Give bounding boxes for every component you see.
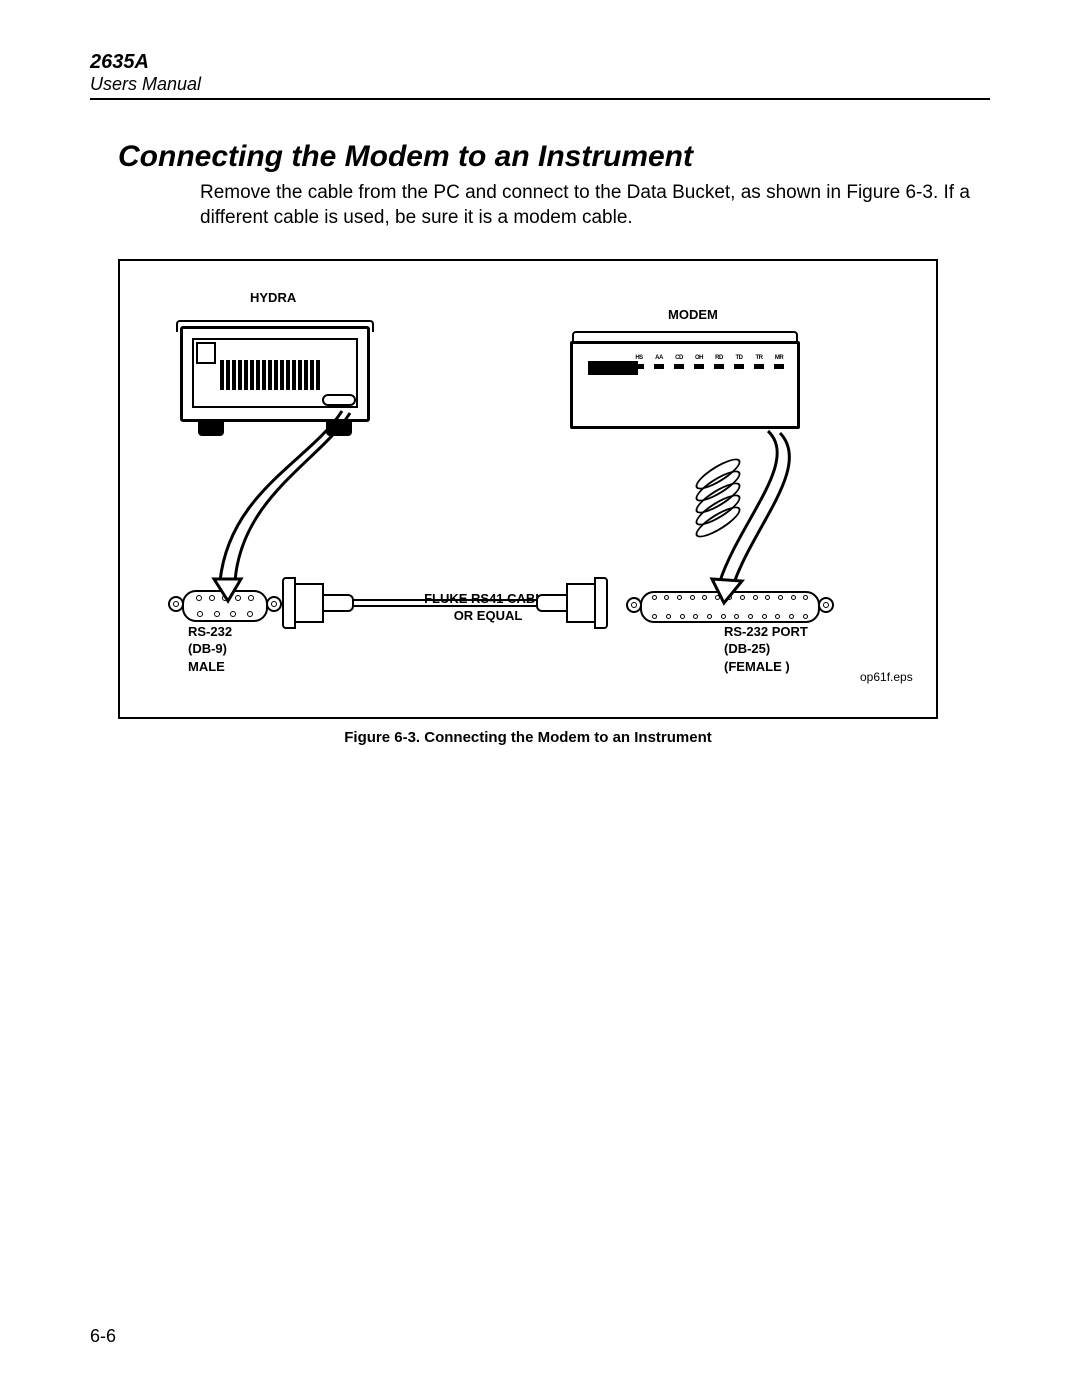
modem-device-icon: HSAACDOHRDTDTRMR xyxy=(570,331,800,429)
figure-6-3: HYDRA MODEM FLUKE RS41 CABLE OR EQUAL RS… xyxy=(118,259,938,719)
db25-connector-icon xyxy=(630,589,830,625)
eps-filename: op61f.eps xyxy=(860,670,913,684)
rs41-cable-icon xyxy=(290,577,600,629)
db9-connector-icon xyxy=(170,586,280,626)
section-heading: Connecting the Modem to an Instrument xyxy=(118,140,990,174)
hydra-vent-icon xyxy=(220,360,324,390)
document-type: Users Manual xyxy=(90,74,990,96)
label-db25-port: RS-232 PORT (DB-25) (FEMALE ) xyxy=(724,623,808,676)
label-hydra: HYDRA xyxy=(250,289,296,307)
page-number: 6-6 xyxy=(90,1326,116,1347)
hydra-device-icon xyxy=(170,316,380,436)
modem-led-row: HSAACDOHRDTDTRMR xyxy=(632,355,786,369)
figure-caption: Figure 6-3. Connecting the Modem to an I… xyxy=(118,729,938,746)
page-header: 2635A Users Manual xyxy=(90,50,990,100)
label-modem: MODEM xyxy=(668,306,718,324)
cable-coil-icon xyxy=(692,466,744,530)
section-paragraph: Remove the cable from the PC and connect… xyxy=(200,180,970,231)
label-db9-port: RS-232 (DB-9) MALE xyxy=(188,623,232,676)
model-number: 2635A xyxy=(90,50,990,74)
